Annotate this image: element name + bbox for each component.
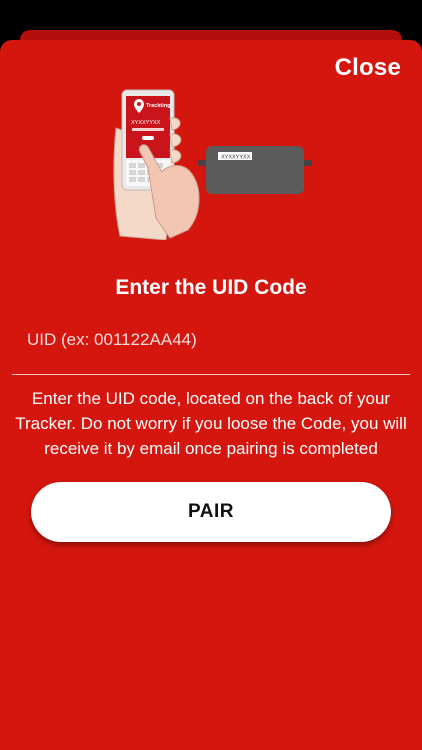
phone-code-text: XYXXYYXX	[131, 120, 161, 126]
pair-tracker-sheet: Close Trackting XYXXYYXX XYXXYYXX Enter …	[0, 40, 422, 750]
pairing-illustration: Trackting XYXXYYXX XYXXYYXX	[113, 89, 312, 240]
close-button[interactable]: Close	[335, 54, 401, 82]
pair-button[interactable]: PAIR	[31, 482, 391, 542]
help-text: Enter the UID code, located on the back …	[15, 389, 407, 458]
uid-input[interactable]	[20, 323, 402, 357]
page-title: Enter the UID Code	[115, 276, 307, 299]
phone-brand-text: Trackting	[146, 103, 170, 109]
tracker-device-icon: XYXXYYXX	[198, 146, 312, 194]
pair-button-label: PAIR	[188, 501, 234, 522]
device-code-text: XYXXYYXX	[221, 155, 251, 161]
input-underline	[12, 374, 410, 375]
